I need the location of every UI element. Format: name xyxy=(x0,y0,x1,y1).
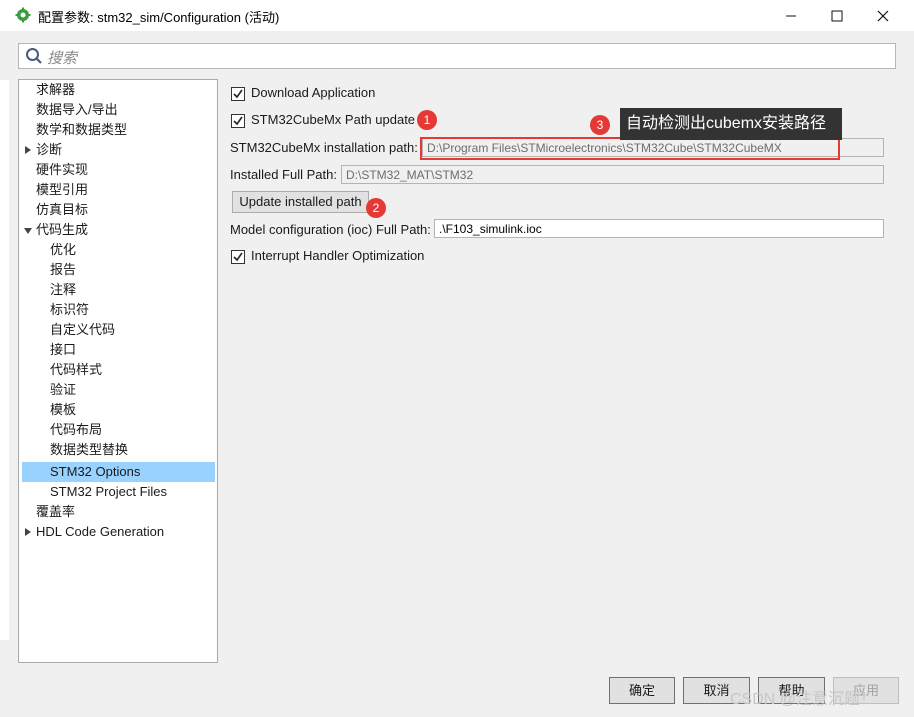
tree-item-interface[interactable]: 接口 xyxy=(50,340,76,360)
tree-item-report[interactable]: 报告 xyxy=(50,260,76,280)
background-window-edge xyxy=(0,80,9,640)
highlight-box xyxy=(420,137,840,160)
search-icon xyxy=(26,48,42,64)
tree-item-verification[interactable]: 验证 xyxy=(50,380,76,400)
installed-full-path-field[interactable]: D:\STM32_MAT\STM32 xyxy=(341,165,884,184)
expand-arrow-icon[interactable] xyxy=(25,146,31,154)
expand-arrow-icon[interactable] xyxy=(25,528,31,536)
checkmark-icon xyxy=(233,252,243,262)
tree-item-data-io[interactable]: 数据导入/导出 xyxy=(36,100,118,120)
tree-item-hardware[interactable]: 硬件实现 xyxy=(36,160,88,180)
annotation-tooltip: 自动检测出cubemx安装路径 xyxy=(620,108,842,140)
tree-item-templates[interactable]: 模板 xyxy=(50,400,76,420)
maximize-button[interactable] xyxy=(814,0,860,31)
tree-item-custom-code[interactable]: 自定义代码 xyxy=(50,320,115,340)
checkmark-icon xyxy=(233,89,243,99)
tree-item-sim-target[interactable]: 仿真目标 xyxy=(36,200,88,220)
category-tree: 求解器 数据导入/导出 数学和数据类型 诊断 硬件实现 模型引用 仿真目标 代码… xyxy=(18,79,218,663)
maximize-icon xyxy=(831,10,843,21)
tree-item-model-ref[interactable]: 模型引用 xyxy=(36,180,88,200)
tree-item-data-type-replacement[interactable]: 数据类型替换 xyxy=(50,440,128,460)
annotation-badge-3: 3 xyxy=(590,115,610,135)
checkmark-icon xyxy=(233,116,243,126)
interrupt-opt-label: Interrupt Handler Optimization xyxy=(251,248,425,263)
tree-item-identifiers[interactable]: 标识符 xyxy=(50,300,89,320)
window-title: 配置参数: stm32_sim/Configuration (活动) xyxy=(38,10,280,25)
path-update-label: STM32CubeMx Path update xyxy=(251,112,416,127)
annotation-badge-2: 2 xyxy=(366,198,386,218)
tree-item-stm32-options[interactable]: STM32 Options xyxy=(22,462,215,482)
matlab-gear-icon xyxy=(15,7,31,23)
path-update-checkbox[interactable] xyxy=(231,114,245,128)
search-placeholder: 搜索 xyxy=(47,50,78,67)
install-path-label: STM32CubeMx installation path: xyxy=(230,140,418,155)
model-config-label: Model configuration (ioc) Full Path: xyxy=(230,222,431,237)
tree-item-comments[interactable]: 注释 xyxy=(50,280,76,300)
ok-button[interactable]: 确定 xyxy=(609,677,675,704)
tree-item-coverage[interactable]: 覆盖率 xyxy=(36,502,75,522)
title-bar: 配置参数: stm32_sim/Configuration (活动) xyxy=(0,0,914,31)
tree-item-diagnostics[interactable]: 诊断 xyxy=(36,140,62,160)
tree-item-math-types[interactable]: 数学和数据类型 xyxy=(36,120,127,140)
installed-full-path-label: Installed Full Path: xyxy=(230,167,337,182)
collapse-arrow-icon[interactable] xyxy=(24,228,32,234)
annotation-badge-1: 1 xyxy=(417,110,437,130)
download-application-checkbox[interactable] xyxy=(231,87,245,101)
tree-item-optimization[interactable]: 优化 xyxy=(50,240,76,260)
minimize-icon xyxy=(786,15,796,16)
watermark-text: CSDN @注意沉题！ xyxy=(730,691,877,708)
tree-item-hdl-codegen[interactable]: HDL Code Generation xyxy=(36,522,164,542)
tree-item-solver[interactable]: 求解器 xyxy=(36,80,75,100)
tree-item-code-gen[interactable]: 代码生成 xyxy=(36,220,88,240)
search-input[interactable]: 搜索 xyxy=(18,43,896,69)
close-button[interactable] xyxy=(860,0,906,31)
download-application-label: Download Application xyxy=(251,85,376,100)
minimize-button[interactable] xyxy=(768,0,814,31)
tree-item-code-style[interactable]: 代码样式 xyxy=(50,360,102,380)
tree-item-stm32-project-files[interactable]: STM32 Project Files xyxy=(50,482,167,502)
config-window: 配置参数: stm32_sim/Configuration (活动) 搜索 求解… xyxy=(0,0,914,717)
interrupt-opt-checkbox[interactable] xyxy=(231,250,245,264)
model-config-field[interactable]: .\F103_simulink.ioc xyxy=(434,219,884,238)
close-icon xyxy=(877,10,889,21)
update-installed-path-button[interactable]: Update installed path xyxy=(232,191,369,213)
tree-item-code-placement[interactable]: 代码布局 xyxy=(50,420,102,440)
